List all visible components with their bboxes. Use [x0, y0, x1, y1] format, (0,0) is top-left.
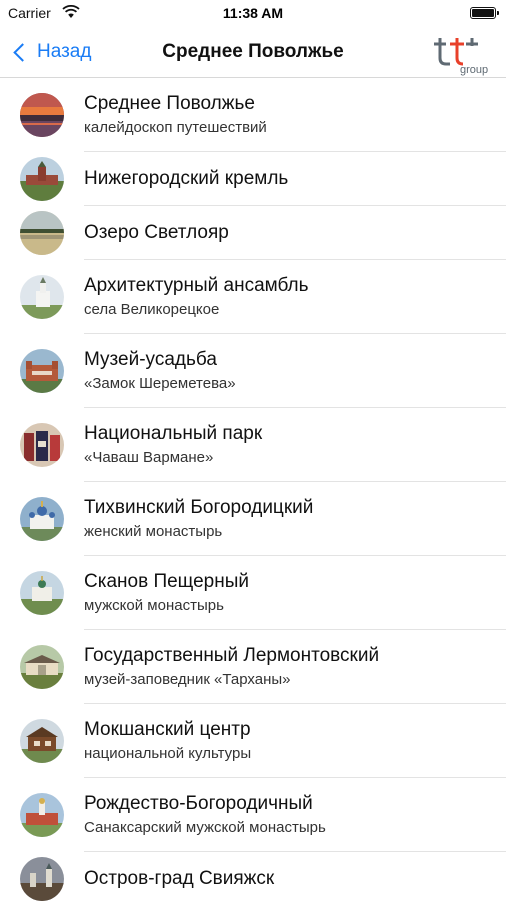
chevron-left-icon [13, 42, 32, 62]
place-thumbnail [20, 645, 64, 689]
list-item[interactable]: Сканов Пещерный мужской монастырь [0, 556, 506, 630]
list-item-title: Государственный Лермонтовский [84, 645, 380, 666]
list-item[interactable]: Национальный парк «Чаваш Вармане» [0, 408, 506, 482]
list-item[interactable]: Архитектурный ансамбль села Великорецкое [0, 260, 506, 334]
place-thumbnail [20, 93, 64, 137]
list-item-title: Тихвинский Богородицкий [84, 497, 314, 518]
list-item[interactable]: Государственный Лермонтовский музей-запов… [0, 630, 506, 704]
list-item[interactable]: Тихвинский Богородицкий женский монастырь [0, 482, 506, 556]
list-item-title: Мокшанский центр [84, 719, 251, 740]
place-thumbnail [20, 719, 64, 763]
places-list: Среднее Поволжье калейдоскоп путешествий Н… [0, 78, 506, 906]
list-item-subtitle: «Замок Шереметева» [84, 375, 236, 392]
list-item[interactable]: Нижегородский кремль [0, 152, 506, 206]
list-item-title: Среднее Поволжье [84, 93, 255, 114]
place-thumbnail [20, 571, 64, 615]
place-thumbnail [20, 157, 64, 201]
list-item-title: Рождество-Богородичный [84, 793, 313, 814]
list-item-subtitle: села Великорецкое [84, 301, 220, 318]
status-bar: Carrier 11:38 AM [0, 0, 506, 28]
list-item[interactable]: Рождество-Богородичный Санаксарский мужск… [0, 778, 506, 852]
list-item-title: Остров-град Свияжск [84, 868, 275, 889]
place-thumbnail [20, 423, 64, 467]
back-button-label: Назад [37, 41, 92, 62]
list-item-subtitle: мужской монастырь [84, 597, 224, 614]
list-item-title: Архитектурный ансамбль [84, 275, 309, 296]
place-thumbnail [20, 793, 64, 837]
place-thumbnail [20, 857, 64, 901]
place-thumbnail [20, 497, 64, 541]
list-item[interactable]: Остров-град Свияжск [0, 852, 506, 906]
place-thumbnail [20, 349, 64, 393]
list-item[interactable]: Музей-усадьба «Замок Шереметева» [0, 334, 506, 408]
back-button[interactable]: Назад [10, 38, 91, 66]
list-item-subtitle: женский монастырь [84, 523, 223, 540]
list-item-title: Озеро Светлояр [84, 222, 229, 243]
place-thumbnail [20, 211, 64, 255]
list-item-subtitle: музей-заповедник «Тарханы» [84, 671, 291, 688]
clock: 11:38 AM [222, 5, 284, 21]
place-thumbnail [20, 275, 64, 319]
logo-text: group [460, 64, 488, 76]
list-item[interactable]: Среднее Поволжье калейдоскоп путешествий [0, 78, 506, 152]
list-item-subtitle: калейдоскоп путешествий [84, 119, 267, 136]
list-item-subtitle: Санаксарский мужской монастырь [84, 819, 326, 836]
navigation-bar: Назад Среднее Поволжье group [0, 28, 506, 78]
list-item-subtitle: национальной культуры [84, 745, 252, 762]
list-item-subtitle: «Чаваш Вармане» [84, 449, 214, 466]
list-item-title: Нижегородский кремль [84, 168, 289, 189]
list-item[interactable]: Озеро Светлояр [0, 206, 506, 260]
list-item[interactable]: Мокшанский центр национальной культуры [0, 704, 506, 778]
battery-icon [470, 7, 499, 19]
list-item-title: Музей-усадьба [84, 349, 217, 370]
tt-group-logo: group [434, 38, 488, 76]
list-item-title: Национальный парк [84, 423, 263, 444]
list-item-title: Сканов Пещерный [84, 571, 249, 592]
